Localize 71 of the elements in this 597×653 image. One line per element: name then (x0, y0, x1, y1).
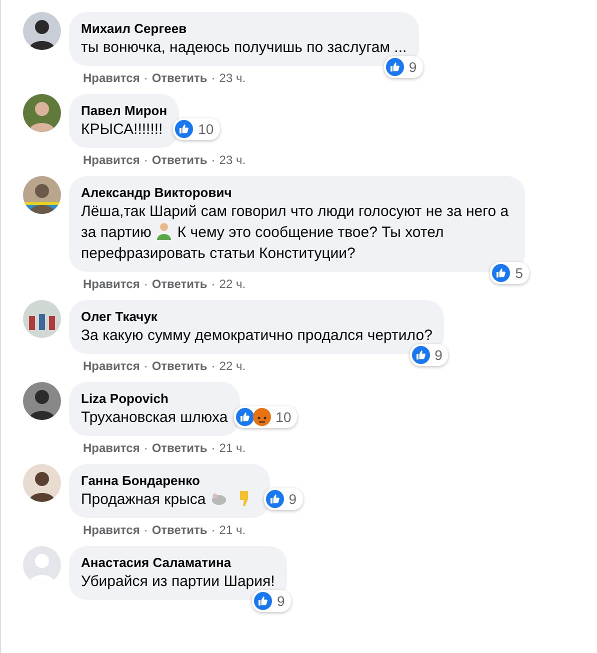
reaction-number: 10 (274, 409, 292, 425)
separator-dot: · (211, 358, 216, 374)
comment-text: ты вонючка, надеюсь получишь по заслугам ... (81, 38, 407, 58)
reaction-number: 9 (276, 593, 286, 609)
comment-author[interactable]: Александр Викторович (81, 184, 513, 201)
comment-time[interactable]: 21 ч. (219, 440, 246, 456)
separator-dot: · (144, 276, 148, 292)
separator-dot: · (144, 440, 148, 456)
separator-dot: · (211, 152, 216, 168)
reaction-number: 9 (434, 347, 444, 363)
comment-action-link[interactable]: Нравится (83, 152, 140, 168)
separator-dot: · (144, 522, 148, 538)
separator-dot: · (144, 152, 148, 168)
comment-time[interactable]: 23 ч. (219, 70, 246, 86)
like-icon (492, 264, 510, 282)
comment-action-link[interactable]: Ответить (152, 152, 208, 168)
comment-author[interactable]: Олег Ткачук (81, 308, 432, 325)
comment-time[interactable]: 22 ч. (219, 276, 246, 292)
comment-action-link[interactable]: Нравится (83, 358, 140, 374)
reaction-count[interactable]: 5 (490, 262, 529, 284)
avatar[interactable] (23, 12, 61, 50)
like-icon (386, 58, 404, 76)
like-icon (266, 490, 284, 508)
reaction-count[interactable]: 9 (252, 590, 291, 612)
comment-action-link[interactable]: Нравится (83, 276, 140, 292)
reaction-count[interactable]: 9 (410, 344, 448, 366)
comment-text: Убирайся из партии Шария! (81, 572, 275, 592)
like-icon (236, 408, 254, 426)
comment-action-link[interactable]: Ответить (152, 276, 208, 292)
comment-action-link[interactable]: Нравится (83, 522, 140, 538)
comment-action-link[interactable]: Нравится (83, 440, 140, 456)
comment-author[interactable]: Liza Popovich (81, 390, 228, 407)
reaction-number: 10 (197, 121, 215, 137)
comment-author[interactable]: Ганна Бондаренко (81, 472, 258, 489)
comment-text: За какую сумму демократично продался чертило? (81, 326, 432, 346)
comment-time[interactable]: 22 ч. (219, 358, 246, 374)
avatar[interactable] (23, 464, 61, 502)
separator-dot: · (211, 522, 216, 538)
separator-dot: · (211, 440, 216, 456)
comment-text: Продажная крыса (81, 489, 258, 510)
reaction-number: 9 (288, 491, 298, 507)
comment-time[interactable]: 21 ч. (219, 522, 246, 538)
separator-dot: · (211, 276, 216, 292)
comment-author[interactable]: Михаил Сергеев (81, 20, 407, 37)
comment-author[interactable]: Анастасия Саламатина (81, 554, 275, 571)
reaction-count[interactable]: 9 (384, 56, 423, 78)
comment-author[interactable]: Павел Мирон (81, 102, 168, 119)
comment-action-link[interactable]: Ответить (152, 70, 208, 86)
reaction-number: 9 (408, 59, 418, 75)
comment-time[interactable]: 23 ч. (219, 152, 246, 168)
like-icon (412, 346, 430, 364)
avatar[interactable] (23, 176, 61, 214)
separator-dot: · (144, 358, 148, 374)
reaction-count[interactable]: 9 (264, 488, 303, 510)
comment-text: КРЫСА!!!!!!! (81, 120, 164, 140)
comment-action-link[interactable]: Нравится (83, 70, 140, 86)
like-icon (254, 592, 272, 610)
comment-action-link[interactable]: Ответить (152, 358, 208, 374)
like-icon (175, 120, 194, 138)
avatar[interactable] (23, 382, 61, 420)
person-emoji-icon (155, 222, 174, 240)
comment-action-link[interactable]: Ответить (152, 522, 208, 538)
comment-action-link[interactable]: Ответить (152, 440, 208, 456)
reaction-number: 5 (514, 265, 524, 281)
reaction-count[interactable]: 10 (173, 118, 220, 140)
separator-dot: · (144, 70, 148, 86)
comment-text: Лёша,так Шарий сам говорил что люди голосуют не за него а за партию К чему это сообщение твое? Ты хотел перефразировать статьи Конституции? (81, 202, 510, 264)
reaction-count[interactable]: 10 (234, 406, 298, 428)
separator-dot: · (211, 70, 216, 86)
angry-face-icon (252, 408, 271, 426)
comment-text: Трухановская шлюха (81, 408, 228, 428)
